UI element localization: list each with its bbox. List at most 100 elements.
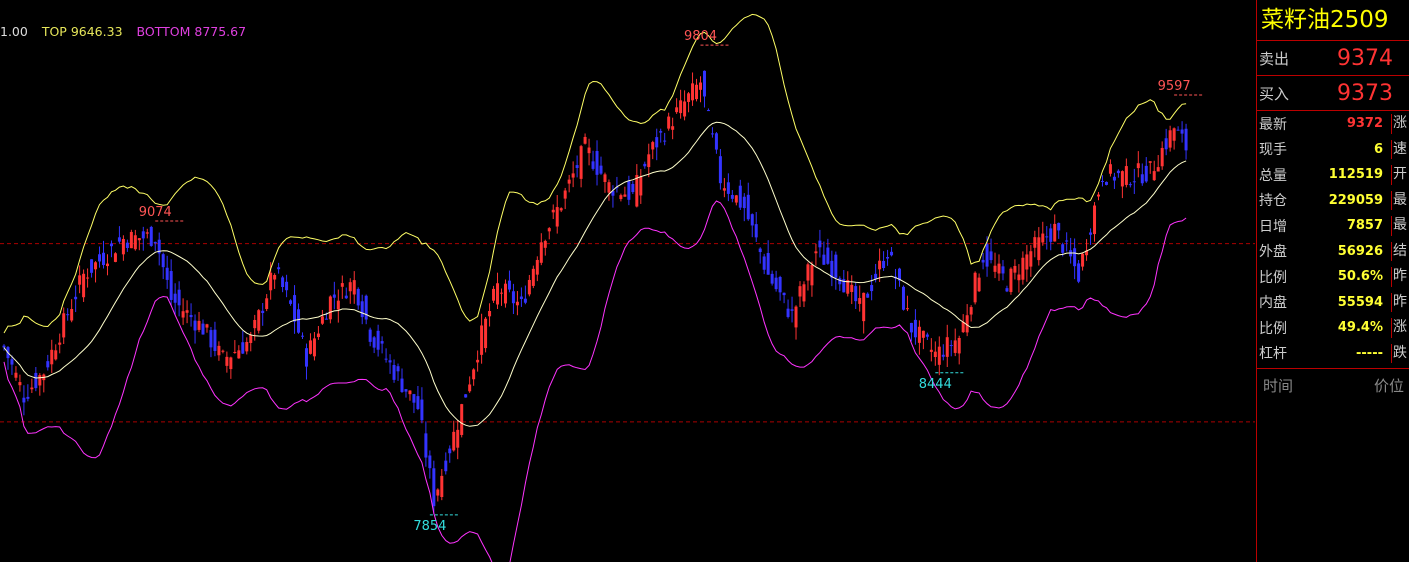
candle-body [452,431,456,451]
candle-body [953,340,957,353]
stat-label: 总量 [1259,167,1287,184]
candle-body [14,372,18,378]
stat-value: 7857 [1346,218,1383,234]
candle-body [189,315,193,318]
candle-body [1152,171,1156,181]
high-price-label: 9074 [139,205,172,220]
candle-body [742,196,746,209]
candle-body [1017,274,1021,281]
candle-body [1168,130,1172,148]
candle-body [90,259,94,273]
candle-body [217,345,221,356]
candle-body [587,147,591,154]
candle-body [38,375,42,386]
candle-body [281,277,285,288]
candle-body [261,310,265,314]
candle-body [774,277,778,290]
candle-body [1093,205,1097,235]
candle-body [1108,164,1112,174]
tick-list-header: 时间 价位 [1257,369,1409,396]
candle-body [1128,184,1132,186]
candle-body [400,378,404,392]
stat-row: 比例 50.6% 昨 [1257,264,1409,290]
candle-body [412,394,416,403]
candle-body [878,260,882,270]
candle-body [245,341,249,352]
candle-body [519,296,523,300]
candle-body [396,366,400,372]
candle-body [818,240,822,248]
candle-body [1104,181,1108,185]
kline-chart[interactable]: 9074 7854 9804 8444 9597 1.00 TOP 9646.33 BO… [0,0,1255,562]
stat-value: 56926 [1337,243,1383,259]
candle-body [50,349,54,365]
candle-body [890,251,894,256]
stat-label: 最新 [1259,116,1287,133]
stat-label-right: 昨 [1393,268,1407,284]
candle-body [161,254,165,268]
candle-body [492,288,496,301]
candle-body [404,389,408,392]
candle-body [1005,288,1009,292]
candle-body [229,357,233,370]
candle-body [726,182,730,194]
stat-label: 比例 [1259,269,1287,286]
candle-body [523,298,527,303]
stat-value: 229059 [1328,192,1383,208]
candle-body [567,179,571,184]
candle-body [806,264,810,281]
candle-body [113,253,117,262]
candle-body [1164,138,1168,150]
candle-body [993,265,997,272]
candle-body [105,263,109,267]
stat-label-right: 跌 [1393,344,1407,361]
candle-body [480,325,484,355]
candle-body [1136,163,1140,169]
candle-body [137,238,141,241]
candle-body [770,273,774,284]
candle-body [989,251,993,261]
candle-body [324,318,328,320]
candle-body [1013,265,1017,273]
candle-body [269,272,273,291]
candle-body [718,156,722,184]
candle-body [312,338,316,357]
candle-body [456,429,460,448]
candle-body [583,136,587,144]
candle-body [734,195,738,203]
indicator-mid-value: 1.00 [0,24,28,39]
candle-body [810,265,814,286]
candle-body [285,281,289,291]
candle-body [858,298,862,304]
candle-body [933,351,937,358]
candle-body [293,295,297,322]
stat-label: 外盘 [1259,244,1287,261]
candle-body [905,308,909,310]
stat-label-right: 结 [1393,242,1407,259]
candle-body [886,256,890,259]
candle-body [647,154,651,168]
candle-body [1025,254,1029,270]
candle-body [265,298,269,309]
stat-row: 总量 112519 开 [1257,162,1409,188]
candle-body [340,283,344,287]
candle-body [1112,176,1116,181]
price-plot[interactable]: 9074 7854 9804 8444 9597 [0,0,1255,562]
quote-panel: 菜籽油2509 卖出 9374 买入 9373 最新 9372 涨 现手 6 速 总量 1… [1256,0,1409,562]
stat-label-right: 开 [1393,166,1407,182]
candle-body [173,293,177,303]
stat-label-right: 速 [1393,140,1407,157]
candle-body [129,231,133,249]
candle-body [102,252,105,266]
stat-label: 比例 [1259,320,1287,337]
candle-body [1053,223,1057,242]
candle-body [937,346,941,365]
candle-body [109,243,113,247]
candle-body [949,345,953,347]
stat-value: 49.4% [1337,320,1383,336]
stat-row: 外盘 56926 结 [1257,239,1409,265]
candle-body [62,313,66,338]
symbol-title[interactable]: 菜籽油2509 [1257,0,1409,41]
high-price-label: 9804 [684,29,717,44]
middle-band-line [3,121,1187,427]
